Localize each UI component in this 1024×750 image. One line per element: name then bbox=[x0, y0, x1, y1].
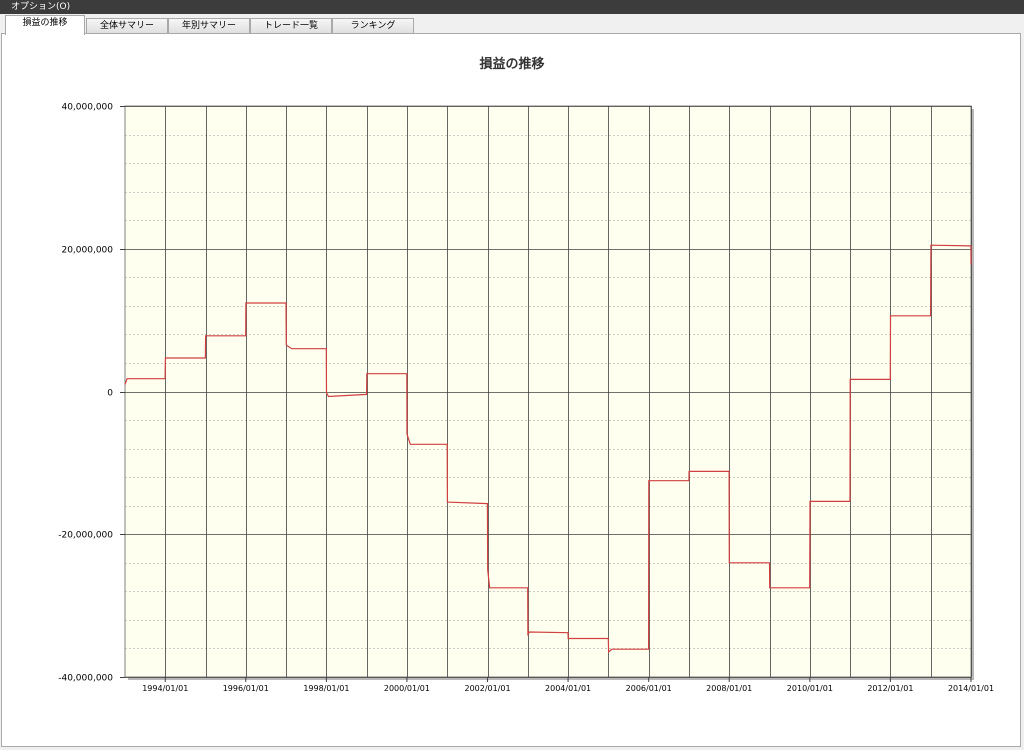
profit-chart: 損益の推移 40,000,000 20,000,000 0 -20,000,000 -4… bbox=[58, 56, 994, 693]
x-tick-label: 2012/01/01 bbox=[867, 684, 913, 693]
x-tick-label: 1996/01/01 bbox=[223, 684, 269, 693]
plot-area bbox=[124, 105, 972, 678]
chart-title: 損益の推移 bbox=[479, 56, 544, 72]
y-tick-label: 20,000,000 bbox=[61, 246, 113, 256]
y-tick-label: -40,000,000 bbox=[58, 674, 113, 684]
x-tick-label: 2010/01/01 bbox=[787, 684, 833, 693]
x-tick-label: 2002/01/01 bbox=[465, 684, 511, 693]
y-tick-label: -20,000,000 bbox=[58, 531, 113, 541]
x-tick-label: 2004/01/01 bbox=[545, 684, 591, 693]
x-tick-label: 1998/01/01 bbox=[303, 684, 349, 693]
y-tick-label: 40,000,000 bbox=[61, 103, 113, 113]
x-tick-label: 1994/01/01 bbox=[142, 684, 188, 693]
x-tick-label: 2008/01/01 bbox=[706, 684, 752, 693]
tab-profit-trend[interactable]: 損益の推移 bbox=[5, 15, 85, 35]
x-tick-label: 2014/01/01 bbox=[948, 684, 994, 693]
x-tick-label: 2000/01/01 bbox=[384, 684, 430, 693]
y-tick-label: 0 bbox=[107, 389, 113, 399]
x-tick-label: 2006/01/01 bbox=[626, 684, 672, 693]
